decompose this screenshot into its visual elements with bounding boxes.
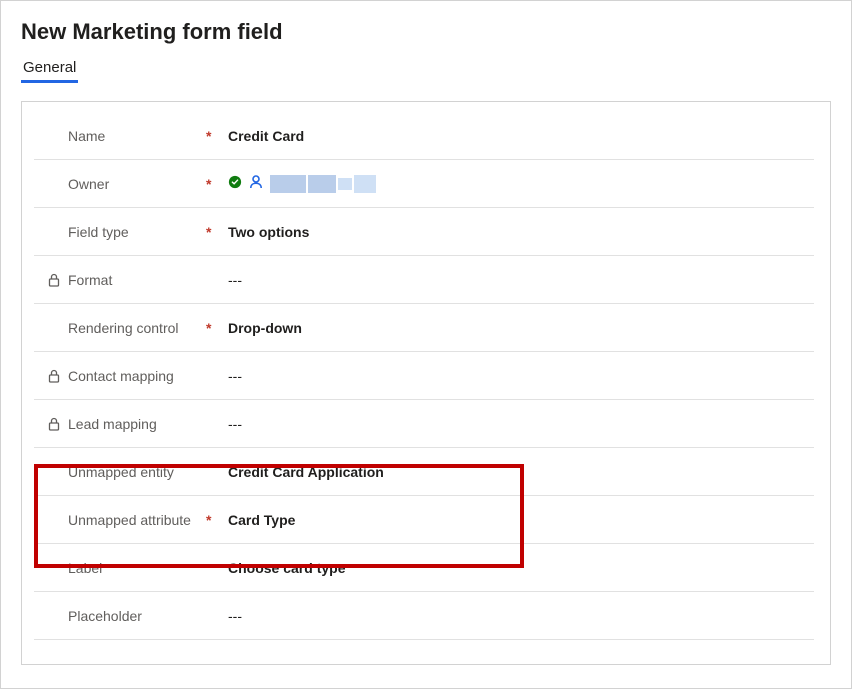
- owner-name-redacted: [270, 175, 376, 193]
- lock-icon: [46, 417, 62, 431]
- label-field-type: Field type: [68, 224, 129, 240]
- label-label: Label: [68, 560, 102, 576]
- row-label: Label Choose card type: [34, 544, 814, 592]
- form-panel: Name * Credit Card Owner * Field type: [21, 101, 831, 665]
- required-marker: *: [206, 320, 224, 336]
- label-name: Name: [68, 128, 105, 144]
- row-field-type: Field type * Two options: [34, 208, 814, 256]
- label-placeholder: Placeholder: [68, 608, 142, 624]
- value-unmapped-entity[interactable]: Credit Card Application: [224, 464, 810, 480]
- label-unmapped-entity: Unmapped entity: [68, 464, 174, 480]
- row-contact-mapping: Contact mapping ---: [34, 352, 814, 400]
- label-rendering-control: Rendering control: [68, 320, 179, 336]
- status-check-icon: [228, 175, 242, 192]
- label-format: Format: [68, 272, 112, 288]
- value-contact-mapping: ---: [224, 368, 810, 384]
- page-title: New Marketing form field: [21, 19, 831, 45]
- value-label[interactable]: Choose card type: [224, 560, 810, 576]
- tab-bar: General: [21, 59, 831, 83]
- value-placeholder[interactable]: ---: [224, 608, 810, 624]
- label-contact-mapping: Contact mapping: [68, 368, 174, 384]
- value-rendering-control[interactable]: Drop-down: [224, 320, 810, 336]
- required-marker: *: [206, 512, 224, 528]
- row-lead-mapping: Lead mapping ---: [34, 400, 814, 448]
- row-name: Name * Credit Card: [34, 112, 814, 160]
- tab-general[interactable]: General: [21, 59, 78, 83]
- row-owner: Owner *: [34, 160, 814, 208]
- row-rendering-control: Rendering control * Drop-down: [34, 304, 814, 352]
- label-owner: Owner: [68, 176, 109, 192]
- value-name[interactable]: Credit Card: [224, 128, 810, 144]
- value-unmapped-attribute[interactable]: Card Type: [224, 512, 810, 528]
- row-format: Format ---: [34, 256, 814, 304]
- lock-icon: [46, 369, 62, 383]
- required-marker: *: [206, 176, 224, 192]
- value-format: ---: [224, 272, 810, 288]
- value-field-type[interactable]: Two options: [224, 224, 810, 240]
- value-owner[interactable]: [224, 174, 810, 193]
- label-unmapped-attribute: Unmapped attribute: [68, 512, 191, 528]
- lock-icon: [46, 273, 62, 287]
- row-placeholder: Placeholder ---: [34, 592, 814, 640]
- row-unmapped-entity: Unmapped entity Credit Card Application: [34, 448, 814, 496]
- row-unmapped-attribute: Unmapped attribute * Card Type: [34, 496, 814, 544]
- person-icon: [248, 174, 264, 193]
- required-marker: *: [206, 224, 224, 240]
- label-lead-mapping: Lead mapping: [68, 416, 157, 432]
- required-marker: *: [206, 128, 224, 144]
- value-lead-mapping: ---: [224, 416, 810, 432]
